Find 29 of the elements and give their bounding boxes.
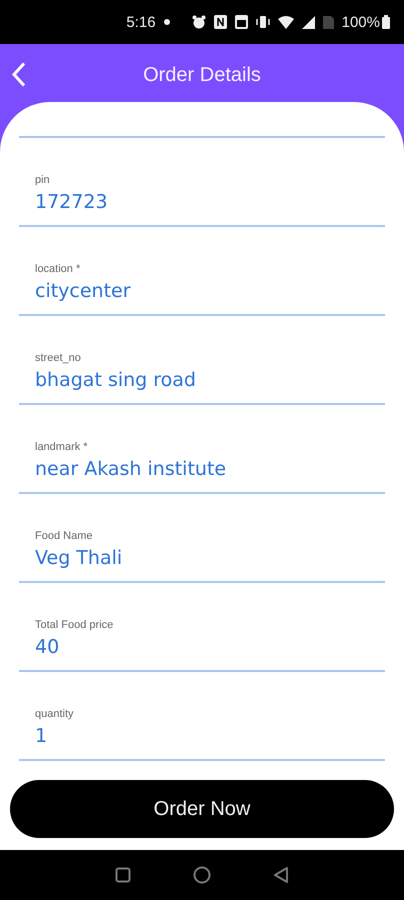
home-icon[interactable] [193, 866, 211, 884]
dot-icon [164, 19, 170, 25]
input-field[interactable]: 1 [35, 725, 369, 747]
wifi-icon [278, 16, 294, 28]
battery-icon [382, 15, 390, 29]
status-time: 5:16 [126, 14, 156, 30]
input-field[interactable]: 172723 [35, 191, 369, 213]
recents-icon[interactable] [115, 867, 131, 883]
calendar-icon [234, 15, 248, 29]
no-sim-icon [322, 16, 334, 28]
input-field[interactable]: near Akash institute [35, 458, 369, 480]
back-nav-icon[interactable] [273, 866, 289, 884]
field-label: street_no [35, 352, 82, 364]
field-label: Total Food price [35, 619, 114, 631]
field-label: landmark * [35, 441, 89, 453]
input-field[interactable]: 40 [35, 636, 369, 658]
signal-icon [302, 16, 315, 28]
back-icon [12, 62, 25, 87]
screen-title: Order Details [143, 64, 261, 86]
field-label: location * [35, 263, 82, 275]
order-now-button[interactable]: Order Now [10, 780, 394, 838]
battery-percent: 100% [342, 14, 380, 30]
field-label: quantity [35, 708, 75, 720]
input-field[interactable]: citycenter [35, 280, 369, 302]
field-label: Food Name [35, 530, 94, 542]
field-label: pin [35, 174, 51, 186]
input-field[interactable]: Veg Thali [35, 547, 369, 569]
vibrate-icon [256, 15, 270, 29]
input-field[interactable]: bhagat sing road [35, 369, 369, 391]
